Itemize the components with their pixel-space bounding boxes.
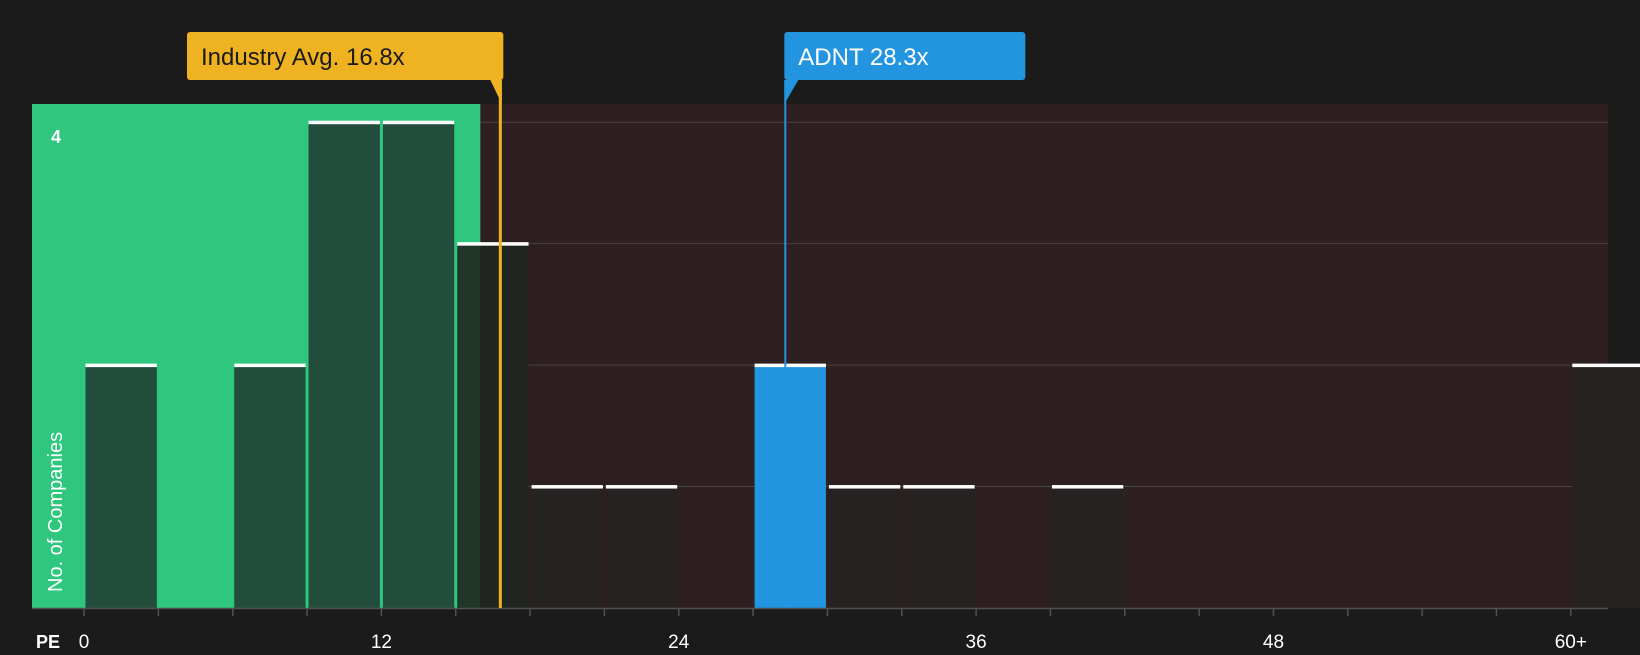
histogram-bar-cap (754, 363, 826, 368)
histogram-bar-cap (308, 120, 380, 125)
histogram-bar (828, 486, 901, 608)
histogram-bar-cap (1572, 363, 1640, 368)
histogram-bar (754, 365, 826, 608)
histogram-bar (1051, 486, 1124, 608)
histogram-bar-cap (85, 363, 157, 368)
histogram-bar (1572, 365, 1640, 608)
histogram-bar (85, 365, 157, 608)
histogram-bar-cap (903, 485, 975, 489)
x-tick-label: 0 (79, 632, 90, 650)
y-axis-label: No. of Companies (45, 432, 67, 592)
x-tick-label: 36 (966, 632, 987, 650)
x-tick-label: 12 (371, 632, 392, 650)
x-tick-label: 24 (668, 632, 690, 650)
histogram-bar-cap (605, 485, 678, 489)
histogram-bar (234, 365, 306, 608)
company-label: ADNT 28.3x (798, 44, 928, 71)
industry-avg-label: Industry Avg. 16.8x (201, 44, 405, 71)
histogram-bar (531, 486, 603, 608)
x-tick-label: 48 (1263, 632, 1284, 650)
histogram-bar (903, 486, 975, 608)
pe-histogram-chart: 0 12 24 36 48 60+ 4 Industry Avg. 16.8x ADNT 28… (0, 0, 1640, 653)
x-axis-label: PE (36, 632, 60, 650)
histogram-bar-cap (531, 485, 603, 489)
histogram-bar (382, 122, 455, 609)
chart-svg: 0 12 24 36 48 60+ 4 Industry Avg. 16.8x ADNT 28… (0, 0, 1640, 653)
histogram-bar (308, 122, 380, 609)
histogram-bar-cap (828, 485, 901, 489)
y-tick-label: 4 (51, 127, 61, 147)
histogram-bar-cap (457, 242, 529, 246)
x-tick-label: 60+ (1555, 632, 1587, 650)
histogram-bar-cap (234, 363, 306, 368)
histogram-bar (605, 486, 678, 608)
histogram-bar-cap (1051, 485, 1124, 489)
histogram-bar (457, 243, 529, 608)
histogram-bar-cap (382, 120, 455, 125)
